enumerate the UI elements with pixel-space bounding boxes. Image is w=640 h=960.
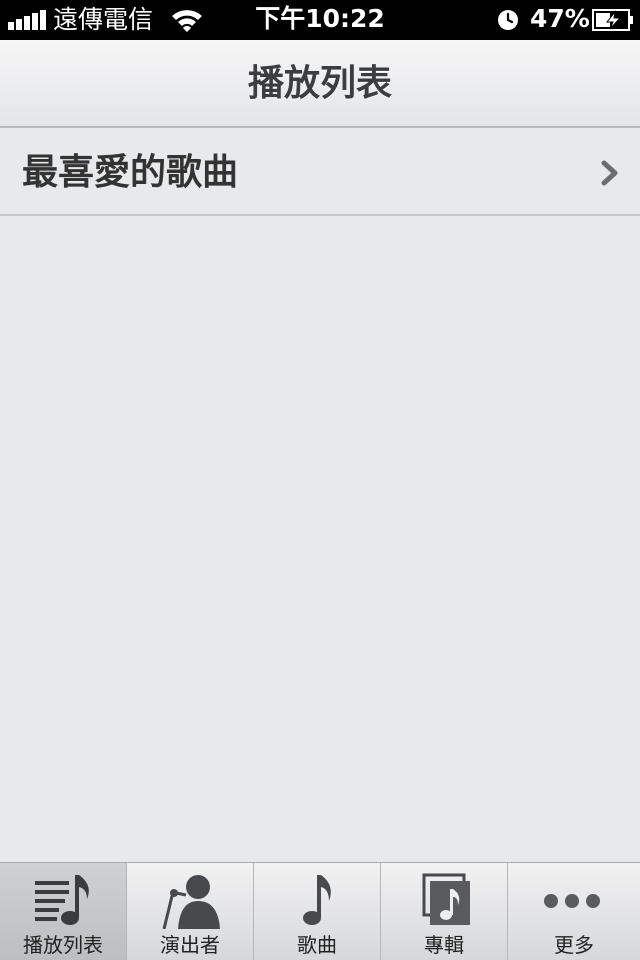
artist-icon <box>162 875 220 929</box>
chevron-right-icon <box>601 160 618 186</box>
list-item-favorite-songs[interactable]: 最喜愛的歌曲 <box>0 130 640 216</box>
list-item-label: 最喜愛的歌曲 <box>22 152 239 193</box>
tab-playlists[interactable]: 播放列表 <box>0 863 127 960</box>
battery-percent: 47% <box>530 4 590 33</box>
tab-label: 更多 <box>554 933 594 957</box>
album-icon <box>422 873 470 925</box>
tab-more[interactable]: 更多 <box>508 863 640 960</box>
battery-charging-icon <box>592 9 633 31</box>
tab-songs[interactable]: 歌曲 <box>254 863 381 960</box>
tab-label: 歌曲 <box>297 933 337 957</box>
tab-artists[interactable]: 演出者 <box>127 863 254 960</box>
tab-label: 播放列表 <box>23 933 103 957</box>
tab-albums[interactable]: 專輯 <box>381 863 508 960</box>
page-title: 播放列表 <box>247 63 392 104</box>
tab-label: 專輯 <box>424 933 464 957</box>
tab-label: 演出者 <box>160 933 220 957</box>
more-dots-icon <box>544 894 600 908</box>
status-bar: 遠傳電信 下午10:22 47% <box>0 0 640 40</box>
music-note-icon <box>303 875 331 925</box>
alarm-clock-icon <box>498 10 518 30</box>
tab-bar: 播放列表 演出者 歌曲 專輯 更多 <box>0 862 640 960</box>
navigation-bar: 播放列表 <box>0 40 640 128</box>
playlist-icon <box>35 875 89 925</box>
